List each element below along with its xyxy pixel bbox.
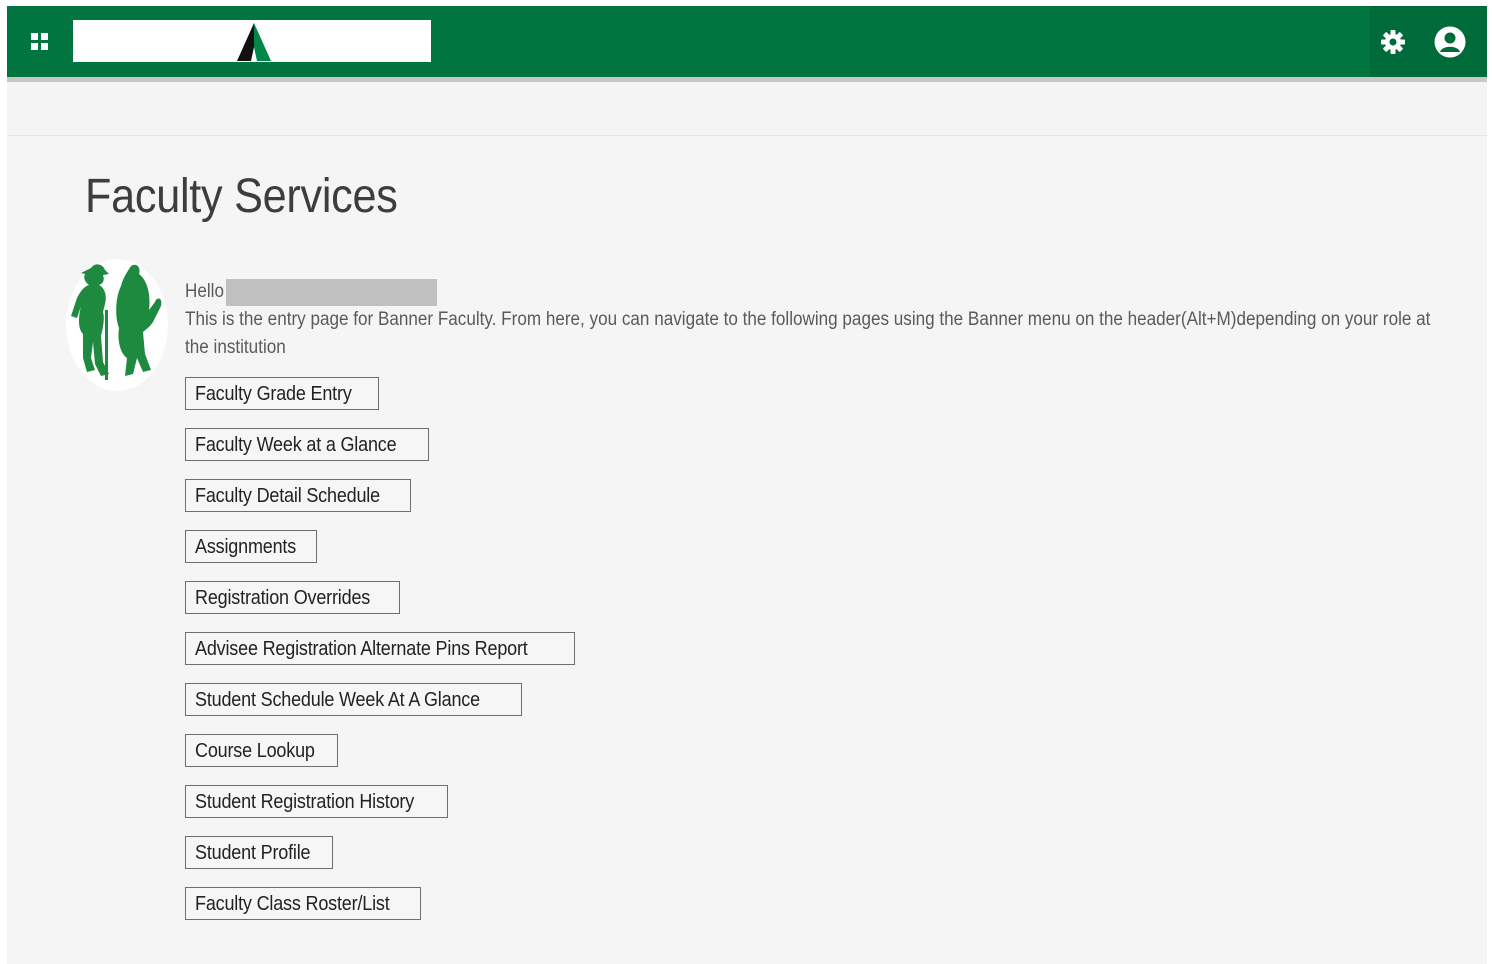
mascot-image — [66, 259, 168, 391]
student-profile-button[interactable]: Student Profile — [185, 836, 334, 869]
institution-logo[interactable] — [73, 20, 431, 62]
assignments-button[interactable]: Assignments — [185, 530, 318, 563]
faculty-detail-schedule-button[interactable]: Faculty Detail Schedule — [185, 479, 411, 512]
top-header — [7, 6, 1487, 77]
faculty-class-roster-button[interactable]: Faculty Class Roster/List — [185, 887, 422, 920]
registration-overrides-button[interactable]: Registration Overrides — [185, 581, 400, 614]
button-label: Assignments — [195, 536, 297, 558]
breadcrumb-bar — [7, 82, 1487, 136]
grid-menu-button[interactable] — [21, 23, 59, 61]
button-label: Course Lookup — [195, 740, 315, 762]
faculty-week-at-a-glance-button[interactable]: Faculty Week at a Glance — [185, 428, 429, 461]
user-icon — [1434, 26, 1466, 58]
button-label: Faculty Detail Schedule — [195, 485, 380, 507]
button-label: Faculty Grade Entry — [195, 383, 352, 405]
advisee-alternate-pins-report-button[interactable]: Advisee Registration Alternate Pins Repo… — [185, 632, 575, 665]
button-label: Student Registration History — [195, 791, 415, 813]
student-schedule-week-at-a-glance-button[interactable]: Student Schedule Week At A Glance — [185, 683, 522, 716]
faculty-page-links: Faculty Grade Entry Faculty Week at a Gl… — [185, 377, 575, 938]
logo-icon — [237, 23, 271, 61]
course-lookup-button[interactable]: Course Lookup — [185, 734, 339, 767]
app-frame: Faculty Services Hello This is the entry… — [7, 6, 1487, 964]
page-title: Faculty Services — [85, 170, 398, 223]
gear-icon — [1381, 30, 1405, 54]
main-content: Hello This is the entry page for Banner … — [185, 278, 1455, 920]
student-registration-history-button[interactable]: Student Registration History — [185, 785, 449, 818]
button-label: Faculty Class Roster/List — [195, 893, 390, 915]
button-label: Registration Overrides — [195, 587, 371, 609]
user-profile-button[interactable] — [1428, 20, 1472, 64]
settings-button[interactable] — [1371, 20, 1415, 64]
button-label: Student Profile — [195, 842, 311, 864]
greeting-text: Hello — [185, 281, 224, 302]
faculty-grade-entry-button[interactable]: Faculty Grade Entry — [185, 377, 380, 410]
grid-icon — [31, 33, 48, 50]
redacted-username — [226, 278, 438, 306]
button-label: Faculty Week at a Glance — [195, 434, 397, 456]
greeting-line: Hello — [185, 278, 1455, 306]
button-label: Student Schedule Week At A Glance — [195, 689, 480, 711]
button-label: Advisee Registration Alternate Pins Repo… — [195, 638, 528, 660]
intro-text: This is the entry page for Banner Facult… — [185, 309, 1431, 358]
